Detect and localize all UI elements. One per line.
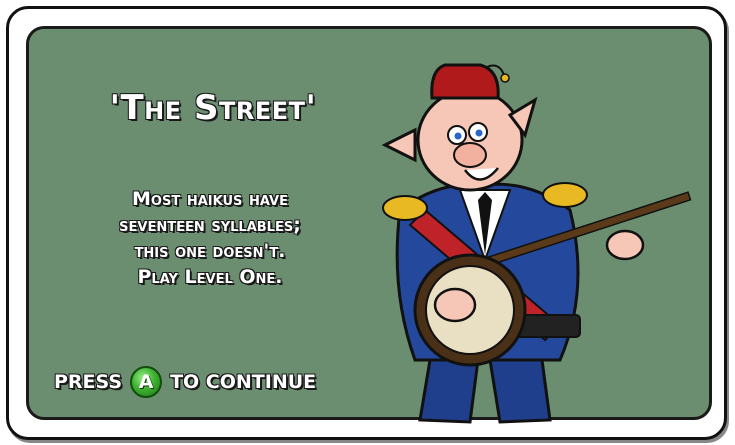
haiku-line-3: this one doesn't. <box>134 240 286 262</box>
banjo-pig-character <box>381 63 692 424</box>
haiku-line-1: Most haikus have <box>132 188 288 210</box>
continue-label: TO CONTINUE <box>170 371 317 393</box>
haiku-line-4: Play Level One. <box>137 266 283 288</box>
level-haiku: Most haikus have seventeen syllables; th… <box>40 186 380 290</box>
a-button-icon[interactable]: A <box>130 366 163 398</box>
continue-prompt[interactable]: PRESS A TO CONTINUE <box>54 364 316 400</box>
press-label: PRESS <box>54 371 123 393</box>
level-title: 'The Street' <box>109 88 317 128</box>
haiku-line-2: seventeen syllables; <box>119 214 301 236</box>
